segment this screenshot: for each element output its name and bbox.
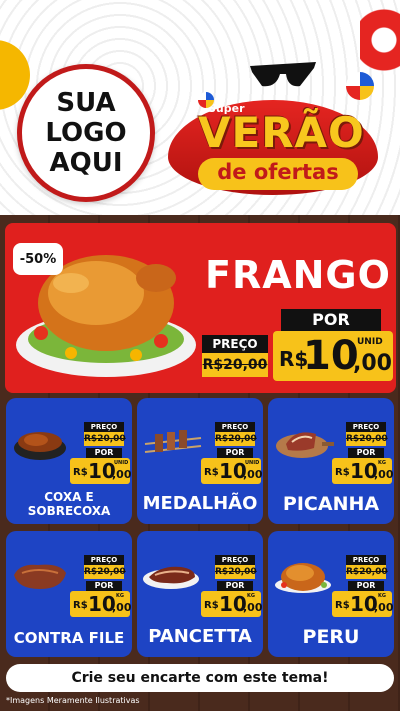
product-name: COXA E SOBRECOXA	[6, 490, 132, 518]
new-price-tag: R$ 10 ,00 KG	[332, 458, 394, 484]
por-label: POR	[217, 448, 253, 458]
old-price: R$20,00	[202, 353, 268, 377]
turkey-icon	[275, 563, 331, 593]
product-name: MEDALHÃO	[142, 493, 258, 514]
header: SUA LOGO AQUI Super VERÃO de ofertas	[0, 0, 400, 215]
unit-label: UNID	[114, 460, 129, 466]
product-name: PANCETTA	[148, 626, 252, 647]
hero-product-name: FRANGO	[205, 253, 391, 297]
currency: R$	[73, 600, 88, 611]
product-card[interactable]: PREÇO R$20,00 POR R$ 10 ,00 KG CONTRA FI…	[6, 531, 132, 657]
price-dec: ,00	[374, 601, 394, 614]
logo-line: LOGO	[45, 118, 127, 148]
logo-placeholder: SUA LOGO AQUI	[17, 64, 155, 202]
old-price: R$20,00	[346, 565, 388, 579]
preco-label: PREÇO	[346, 422, 386, 432]
beach-ball-icon	[346, 72, 374, 100]
currency: R$	[204, 467, 219, 478]
logo-line: SUA	[56, 88, 116, 118]
pancetta-icon	[143, 566, 199, 589]
disclaimer-text: *Imagens Meramente Ilustrativas	[6, 696, 140, 705]
new-price-tag: R$ 10 ,00 KG	[201, 591, 263, 617]
price-dec: ,00	[243, 468, 263, 481]
unit-label: KG	[378, 593, 386, 599]
old-price: R$20,00	[215, 565, 257, 579]
currency: R$	[335, 467, 350, 478]
new-price-tag: R$ 10 ,00 UNID	[70, 458, 132, 484]
product-card[interactable]: PREÇO R$20,00 POR R$ 10 ,00 KG PANCETTA	[137, 531, 263, 657]
old-price: R$20,00	[215, 432, 257, 446]
discount-badge: -50%	[13, 243, 63, 275]
unit-label: UNID	[245, 460, 260, 466]
new-price-tag: R$ 10 ,00 UNID	[201, 458, 263, 484]
currency: R$	[73, 467, 88, 478]
unit-label: UNID	[357, 337, 383, 347]
por-label: POR	[348, 448, 384, 458]
por-label: POR	[348, 581, 384, 591]
price-dec: ,00	[374, 468, 394, 481]
product-card[interactable]: PREÇO R$20,00 POR R$ 10 ,00 UNID COXA E …	[6, 398, 132, 524]
new-price-tag: R$ 10 ,00 KG	[70, 591, 132, 617]
skewers-icon	[144, 430, 202, 453]
product-name: CONTRA FILE	[13, 629, 125, 647]
unit-label: KG	[116, 593, 124, 599]
price-dec: ,00	[243, 601, 263, 614]
currency: R$	[204, 600, 219, 611]
product-card[interactable]: PREÇO R$20,00 POR R$ 10 ,00 KG PICANHA	[268, 398, 394, 524]
cta-bar[interactable]: Crie seu encarte com este tema!	[6, 664, 394, 692]
hero-offer-card[interactable]: -50% FRANGO PREÇO R$20,00 POR R$ 10 ,00 …	[5, 223, 396, 393]
preco-label: PREÇO	[346, 555, 386, 565]
product-card[interactable]: PREÇO R$20,00 POR R$ 10 ,00 KG PERU	[268, 531, 394, 657]
preco-label: PREÇO	[215, 555, 255, 565]
price-dec: ,00	[353, 351, 392, 376]
price-dec: ,00	[112, 601, 132, 614]
preco-label: PREÇO	[84, 555, 124, 565]
product-name-line: COXA E	[44, 490, 94, 504]
promo-subtitle: de ofertas	[217, 160, 339, 184]
preco-label: PREÇO	[84, 422, 124, 432]
logo-line: AQUI	[49, 148, 123, 178]
product-name: PERU	[302, 626, 360, 648]
old-price: R$20,00	[84, 432, 126, 446]
currency: R$	[335, 600, 350, 611]
promo-title: VERÃO	[198, 108, 365, 157]
por-label: POR	[217, 581, 253, 591]
unit-label: KG	[378, 460, 386, 466]
por-label: POR	[86, 581, 122, 591]
sunglasses-icon	[250, 62, 316, 87]
chicken-pot-icon	[14, 432, 66, 460]
price-dec: ,00	[112, 468, 132, 481]
por-label: POR	[281, 309, 381, 331]
price-int: 10	[303, 333, 359, 379]
product-name-line: SOBRECOXA	[27, 504, 111, 518]
product-card[interactable]: PREÇO R$20,00 POR R$ 10 ,00 UNID MEDALHÃ…	[137, 398, 263, 524]
new-price-tag: R$ 10 ,00 UNID	[273, 331, 393, 381]
picanha-board-icon	[276, 432, 334, 458]
unit-label: KG	[247, 593, 255, 599]
old-price: R$20,00	[346, 432, 388, 446]
steak-icon	[14, 564, 66, 589]
new-price-tag: R$ 10 ,00 KG	[332, 591, 394, 617]
preco-label: PREÇO	[202, 335, 268, 353]
old-price: R$20,00	[84, 565, 126, 579]
product-name: PICANHA	[282, 493, 380, 515]
por-label: POR	[86, 448, 122, 458]
beach-ball-icon	[198, 92, 214, 108]
preco-label: PREÇO	[215, 422, 255, 432]
